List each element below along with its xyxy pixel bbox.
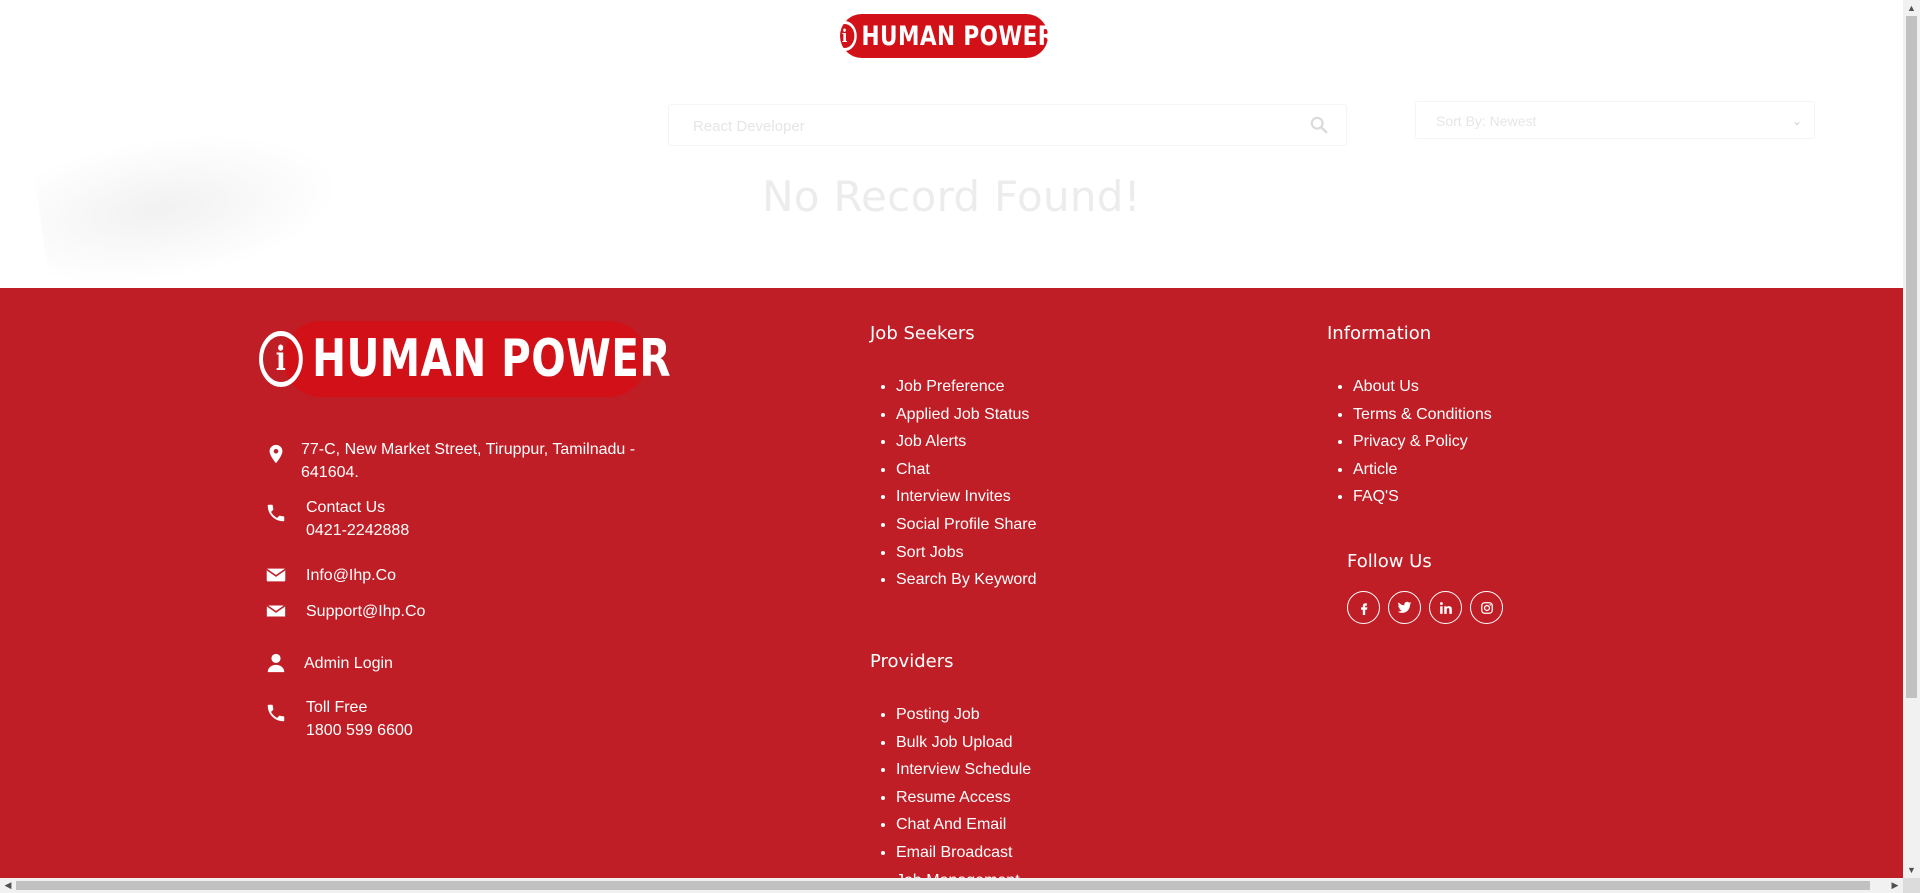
footer-link-terms-conditions[interactable]: Terms & Conditions — [1353, 401, 1492, 429]
admin-login-label[interactable]: Admin Login — [304, 652, 393, 675]
facebook-icon[interactable] — [1347, 591, 1380, 624]
footer-link-sort-jobs[interactable]: Sort Jobs — [896, 539, 1037, 567]
scroll-down-icon[interactable]: ▼ — [1903, 862, 1920, 878]
phone-icon — [267, 704, 285, 722]
footer-link-social-profile-share[interactable]: Social Profile Share — [896, 511, 1037, 539]
email-info-text[interactable]: Info@Ihp.Co — [306, 564, 396, 587]
footer-logo[interactable]: i HUMAN POWER — [259, 321, 671, 397]
twitter-icon[interactable] — [1388, 591, 1421, 624]
footer: i HUMAN POWER 77-C, New Market Street, T… — [0, 288, 1903, 878]
footer-link-interview-schedule[interactable]: Interview Schedule — [896, 756, 1031, 784]
footer-link-job-preference[interactable]: Job Preference — [896, 373, 1037, 401]
sort-selected-value: Sort By: Newest — [1436, 113, 1537, 129]
main-content: i HUMAN POWER Sort By: Newest ⌄ No Recor… — [0, 0, 1903, 288]
footer-link-article[interactable]: Article — [1353, 456, 1492, 484]
header-logo[interactable]: i HUMAN POWER — [832, 14, 1055, 58]
providers-title: Providers — [870, 651, 954, 672]
footer-link-resume-access[interactable]: Resume Access — [896, 784, 1031, 812]
horizontal-scrollbar[interactable]: ◀ ▶ — [0, 878, 1903, 893]
location-pin-icon — [269, 444, 283, 464]
address-line-2: 641604. — [301, 464, 359, 481]
social-links — [1347, 591, 1503, 624]
footer-link-job-alerts[interactable]: Job Alerts — [896, 428, 1037, 456]
no-record-message: No Record Found! — [762, 172, 1141, 221]
search-icon[interactable] — [1310, 116, 1328, 134]
horizontal-scroll-thumb[interactable] — [16, 881, 1870, 890]
job-seekers-links: Job Preference Applied Job Status Job Al… — [870, 373, 1037, 594]
chevron-down-icon: ⌄ — [1791, 114, 1802, 128]
search-input[interactable] — [691, 105, 1275, 147]
footer-link-applied-job-status[interactable]: Applied Job Status — [896, 401, 1037, 429]
brand-name: HUMAN POWER — [861, 20, 1056, 52]
footer-link-bulk-job-upload[interactable]: Bulk Job Upload — [896, 729, 1031, 757]
linkedin-icon[interactable] — [1429, 591, 1462, 624]
envelope-icon — [266, 568, 286, 582]
address-line-1: 77-C, New Market Street, Tiruppur, Tamil… — [301, 441, 636, 458]
information-title: Information — [1327, 323, 1432, 344]
search-field[interactable] — [668, 104, 1347, 147]
toll-free-label: Toll Free — [306, 699, 368, 716]
scroll-right-icon[interactable]: ▶ — [1887, 878, 1903, 893]
footer-link-chat[interactable]: Chat — [896, 456, 1037, 484]
sort-select[interactable]: Sort By: Newest ⌄ — [1415, 101, 1815, 139]
providers-links: Posting Job Bulk Job Upload Interview Sc… — [870, 701, 1031, 878]
footer-link-email-broadcast[interactable]: Email Broadcast — [896, 839, 1031, 867]
footer-link-chat-and-email[interactable]: Chat And Email — [896, 811, 1031, 839]
job-seekers-title: Job Seekers — [870, 323, 975, 344]
scroll-left-icon[interactable]: ◀ — [0, 878, 16, 893]
information-links: About Us Terms & Conditions Privacy & Po… — [1327, 373, 1492, 511]
email-support-text[interactable]: Support@Ihp.Co — [306, 600, 425, 623]
footer-link-posting-job[interactable]: Posting Job — [896, 701, 1031, 729]
brand-name: HUMAN POWER — [312, 329, 671, 389]
phone-icon — [267, 504, 285, 522]
user-icon — [267, 653, 285, 673]
toll-free-number[interactable]: 1800 599 6600 — [306, 719, 413, 742]
contact-label: Contact Us — [306, 499, 386, 516]
footer-link-about-us[interactable]: About Us — [1353, 373, 1492, 401]
instagram-icon[interactable] — [1470, 591, 1503, 624]
vertical-scroll-thumb[interactable] — [1906, 16, 1917, 698]
envelope-icon — [266, 604, 286, 617]
scrollbar-corner — [1903, 878, 1920, 893]
footer-link-search-by-keyword[interactable]: Search By Keyword — [896, 566, 1037, 594]
power-logo-icon: i — [259, 331, 303, 387]
footer-link-privacy-policy[interactable]: Privacy & Policy — [1353, 428, 1492, 456]
footer-link-job-management[interactable]: Job Management — [896, 867, 1031, 878]
footer-link-interview-invites[interactable]: Interview Invites — [896, 483, 1037, 511]
vertical-scrollbar[interactable]: ▲ ▼ — [1903, 0, 1920, 878]
power-logo-icon: i — [832, 21, 857, 51]
contact-phone[interactable]: 0421-2242888 — [306, 519, 409, 542]
footer-link-faqs[interactable]: FAQ'S — [1353, 483, 1492, 511]
scroll-up-icon[interactable]: ▲ — [1903, 0, 1920, 16]
follow-us-title: Follow Us — [1347, 551, 1432, 572]
